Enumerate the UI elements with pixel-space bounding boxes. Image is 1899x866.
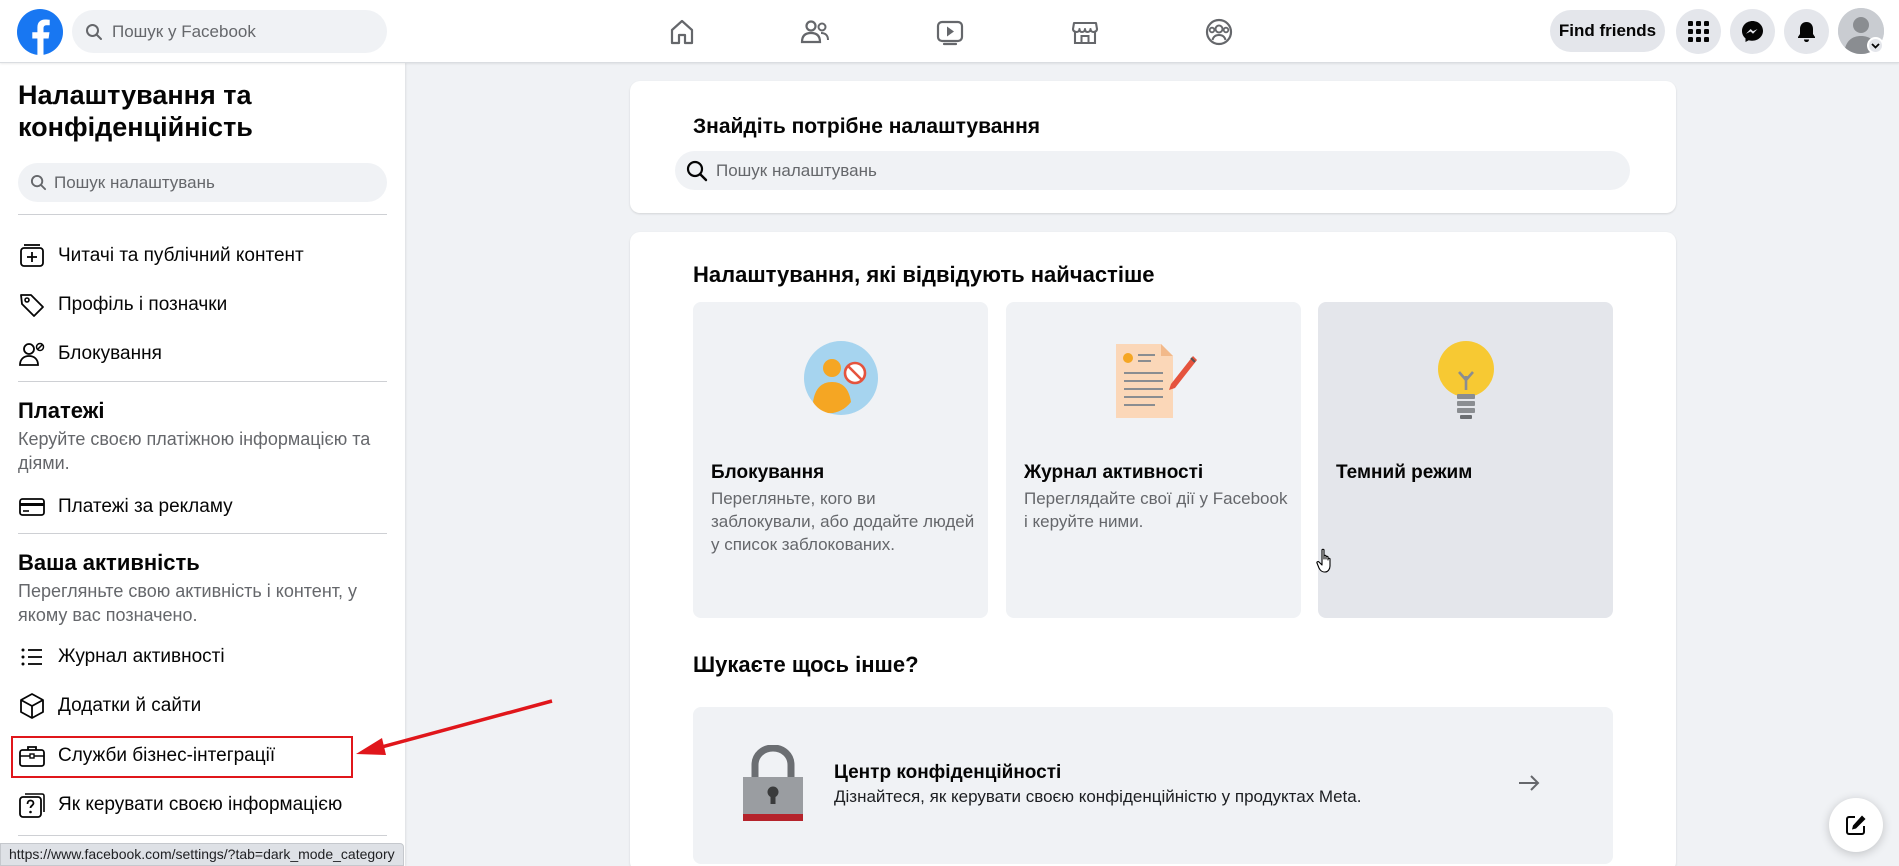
divider xyxy=(18,533,387,534)
bell-icon xyxy=(1798,22,1815,42)
search-icon xyxy=(30,174,47,191)
tile-activity-log[interactable]: Журнал активності Переглядайте свої дії … xyxy=(1006,302,1301,618)
sidebar-item-label: Додатки й сайти xyxy=(58,695,202,716)
account-chevron-button[interactable] xyxy=(1867,37,1884,54)
sidebar-item-apps-websites[interactable]: Додатки й сайти xyxy=(12,683,392,727)
section-description-activity: Перегляньте свою активність і контент, у… xyxy=(18,581,358,625)
question-box-icon xyxy=(19,793,45,818)
settings-search-input[interactable]: Пошук налаштувань xyxy=(18,163,387,202)
arrow-right-icon xyxy=(1519,775,1540,791)
list-icon xyxy=(21,648,42,666)
search-placeholder: Пошук налаштувань xyxy=(54,173,215,192)
padlock-illustration-icon xyxy=(743,745,803,821)
popular-settings-card: Налаштування, які відвідують найчастіше … xyxy=(630,232,1676,866)
friends-icon[interactable] xyxy=(797,14,833,50)
tile-title: Блокування xyxy=(711,462,825,483)
page-title: Налаштування та конфіденційність xyxy=(18,80,253,142)
status-url-bar: https://www.facebook.com/settings/?tab=d… xyxy=(0,843,404,866)
sidebar-item-label: Як керувати своєю інформацією xyxy=(58,794,343,815)
person-block-icon xyxy=(19,342,45,366)
sidebar-item-activity-log[interactable]: Журнал активності xyxy=(12,634,392,678)
find-setting-title: Знайдіть потрібне налаштування xyxy=(693,115,1041,138)
facebook-search-input[interactable]: Пошук у Facebook xyxy=(72,10,387,53)
annotation-highlight-box xyxy=(11,736,353,778)
privacy-center-link[interactable]: Центр конфіденційності Дізнайтеся, як ке… xyxy=(693,707,1613,864)
tile-description: Переглядайте свої дії у Facebook і керуй… xyxy=(1024,489,1288,531)
compose-edit-icon xyxy=(1846,815,1866,835)
search-placeholder: Пошук налаштувань xyxy=(716,161,877,180)
main-settings-search-input[interactable]: Пошук налаштувань xyxy=(675,151,1630,190)
tile-blocking[interactable]: Блокування Перегляньте, кого ви заблокув… xyxy=(693,302,988,618)
tile-dark-mode[interactable]: Темний режим xyxy=(1318,302,1613,618)
sidebar-item-label: Платежі за рекламу xyxy=(58,496,233,517)
grid-menu-icon xyxy=(1688,21,1709,42)
divider xyxy=(18,381,387,382)
lightbulb-illustration-icon xyxy=(1437,341,1494,419)
find-friends-button[interactable]: Find friends xyxy=(1550,10,1665,52)
tile-description: Перегляньте, кого ви заблокували, або до… xyxy=(711,489,975,554)
hand-cursor-icon xyxy=(1316,548,1331,573)
facebook-logo-icon[interactable] xyxy=(17,9,63,55)
sidebar-item-label: Журнал активності xyxy=(58,646,225,667)
search-icon xyxy=(686,160,708,182)
tag-icon xyxy=(20,294,44,317)
messenger-icon xyxy=(1742,21,1763,42)
sidebar-item-profile-tagging[interactable]: Профіль і позначки xyxy=(12,282,392,326)
privacy-center-title: Центр конфіденційності xyxy=(834,762,1062,783)
blocking-illustration-icon xyxy=(803,341,878,415)
marketplace-icon[interactable] xyxy=(1067,14,1103,50)
sidebar-item-label: Читачі та публічний контент xyxy=(58,245,304,266)
other-settings-title: Шукаєте щось інше? xyxy=(693,652,919,677)
groups-icon[interactable] xyxy=(1201,14,1237,50)
search-icon xyxy=(86,24,102,40)
sidebar-item-manage-information[interactable]: Як керувати своєю інформацією xyxy=(12,782,392,826)
add-box-icon xyxy=(20,244,44,267)
credit-card-icon xyxy=(19,498,45,516)
divider xyxy=(18,835,387,836)
search-placeholder: Пошук у Facebook xyxy=(112,22,256,41)
messenger-button[interactable] xyxy=(1730,9,1775,54)
document-edit-illustration-icon xyxy=(1115,344,1197,418)
new-message-button[interactable] xyxy=(1829,798,1883,852)
tile-title: Темний режим xyxy=(1336,462,1473,483)
notifications-button[interactable] xyxy=(1784,9,1829,54)
home-icon[interactable] xyxy=(664,14,700,50)
section-description-payments: Керуйте своєю платіжною інформацією та д… xyxy=(18,429,371,473)
tile-title: Журнал активності xyxy=(1024,462,1204,483)
menu-button[interactable] xyxy=(1676,9,1721,54)
chevron-down-icon xyxy=(1871,43,1880,49)
video-icon[interactable] xyxy=(932,14,968,50)
sidebar-item-label: Блокування xyxy=(58,343,162,364)
divider xyxy=(18,214,387,215)
privacy-center-description: Дізнайтеся, як керувати своєю конфіденці… xyxy=(834,787,1362,806)
section-heading-activity: Ваша активність xyxy=(18,550,200,575)
popular-settings-title: Налаштування, які відвідують найчастіше xyxy=(693,262,1155,287)
sidebar-item-blocking[interactable]: Блокування xyxy=(12,331,392,375)
sidebar-item-label: Профіль і позначки xyxy=(58,294,228,315)
section-heading-payments: Платежі xyxy=(18,398,105,423)
sidebar-item-ad-payments[interactable]: Платежі за рекламу xyxy=(12,484,392,528)
sidebar-item-followers[interactable]: Читачі та публічний контент xyxy=(12,233,392,277)
find-setting-card: Знайдіть потрібне налаштування Пошук нал… xyxy=(630,81,1676,213)
cube-icon xyxy=(20,693,44,719)
top-navigation-bar: Пошук у Facebook Find friends xyxy=(0,0,1899,63)
